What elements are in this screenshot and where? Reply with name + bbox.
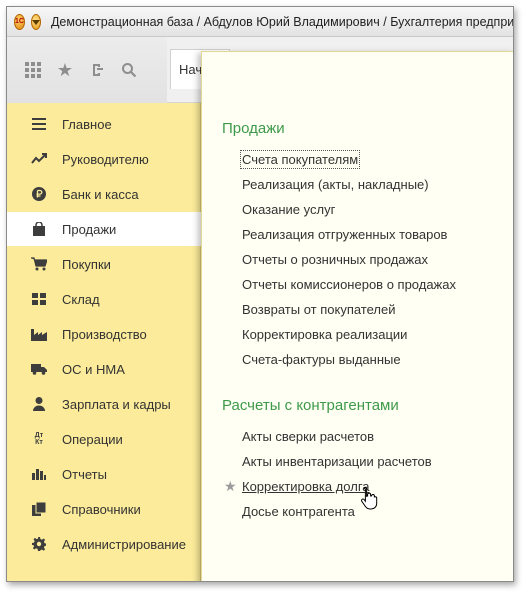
shopping-cart-icon [30, 255, 48, 273]
link-customer-returns[interactable]: Возвраты от покупателей [242, 302, 396, 317]
app-logo-icon: 1С [14, 13, 25, 30]
main-menu-dropdown-button[interactable] [30, 13, 41, 30]
books-icon [30, 500, 48, 518]
sidebar-item-fixed-assets[interactable]: ОС и НМА [7, 352, 201, 386]
warehouse-icon [30, 290, 48, 308]
sidebar-item-label: Руководителю [62, 151, 149, 167]
sidebar-item-operations[interactable]: Дт Кт Операции [7, 422, 201, 456]
link-reconciliation-acts[interactable]: Акты сверки расчетов [242, 429, 374, 444]
link-customer-invoices[interactable]: Счета покупателям [239, 150, 361, 169]
sidebar-item-catalogs[interactable]: Справочники [7, 492, 201, 526]
sidebar-item-director[interactable]: Руководителю [7, 142, 201, 176]
application-window: 1С Демонстрационная база / Абдулов Юрий … [6, 6, 514, 582]
link-sales-adjustment[interactable]: Корректировка реализации [242, 327, 407, 342]
sidebar-item-label: Склад [62, 291, 100, 307]
sidebar-item-label: ОС и НМА [62, 361, 125, 377]
apps-grid-icon[interactable] [17, 54, 49, 86]
sidebar-item-label: Банк и касса [62, 186, 139, 202]
person-icon [30, 395, 48, 413]
sidebar-item-warehouse[interactable]: Склад [7, 282, 201, 316]
link-issued-invoices[interactable]: Счета-фактуры выданные [242, 352, 401, 367]
sidebar-item-purchases[interactable]: Покупки [7, 247, 201, 281]
trend-chart-icon [30, 150, 48, 168]
sidebar-item-label: Операции [62, 431, 123, 447]
sidebar-item-administration[interactable]: Администрирование [7, 527, 201, 561]
history-icon[interactable] [81, 54, 113, 86]
favorites-star-icon[interactable]: ★ [49, 54, 81, 86]
toolbar-icons: ★ [7, 37, 167, 103]
truck-icon [30, 360, 48, 378]
title-bar: 1С Демонстрационная база / Абдулов Юрий … [7, 7, 513, 37]
sidebar-item-label: Зарплата и кадры [62, 396, 171, 412]
gear-icon [30, 535, 48, 553]
main-menu-icon [30, 115, 48, 133]
debit-credit-icon: Дт Кт [34, 432, 44, 446]
link-sales-acts-waybills[interactable]: Реализация (акты, накладные) [242, 177, 429, 192]
factory-icon [30, 325, 48, 343]
section-title-counterparty-settlements: Расчеты с контрагентами [222, 397, 399, 414]
sidebar-item-reports[interactable]: Отчеты [7, 457, 201, 491]
sidebar-item-label: Продажи [62, 221, 117, 237]
link-counterparty-dossier[interactable]: Досье контрагента [242, 504, 355, 519]
sidebar-item-production[interactable]: Производство [7, 317, 201, 351]
section-title-sales: Продажи [222, 120, 285, 137]
sections-sidebar: Главное Руководителю Банк и касса Продаж… [7, 103, 201, 581]
search-icon[interactable] [113, 54, 145, 86]
sidebar-item-label: Главное [62, 116, 112, 132]
bar-chart-icon [30, 465, 48, 483]
sidebar-item-label: Покупки [62, 256, 111, 272]
shopping-bag-icon [30, 220, 48, 238]
sidebar-item-label: Администрирование [62, 536, 186, 552]
sidebar-item-label: Отчеты [62, 466, 107, 482]
favorite-star-icon[interactable]: ★ [224, 478, 237, 495]
sidebar-item-main[interactable]: Главное [7, 107, 201, 141]
ruble-coin-icon [30, 185, 48, 203]
link-retail-sales-reports[interactable]: Отчеты о розничных продажах [242, 252, 428, 267]
link-commission-agent-reports[interactable]: Отчеты комиссионеров о продажах [242, 277, 456, 292]
link-settlement-inventory-acts[interactable]: Акты инвентаризации расчетов [242, 454, 432, 469]
window-title: Демонстрационная база / Абдулов Юрий Вла… [50, 14, 513, 29]
sidebar-item-bank[interactable]: Банк и касса [7, 177, 201, 211]
sidebar-item-label: Справочники [62, 501, 141, 517]
link-debt-adjustment[interactable]: Корректировка долга [242, 479, 370, 494]
sales-section-panel: Продажи Счета покупателям Реализация (ак… [201, 51, 513, 581]
sidebar-item-label: Производство [62, 326, 147, 342]
sidebar-item-salary[interactable]: Зарплата и кадры [7, 387, 201, 421]
link-services-rendered[interactable]: Оказание услуг [242, 202, 335, 217]
link-shipped-goods-sales[interactable]: Реализация отгруженных товаров [242, 227, 447, 242]
sidebar-item-sales[interactable]: Продажи [7, 212, 201, 246]
